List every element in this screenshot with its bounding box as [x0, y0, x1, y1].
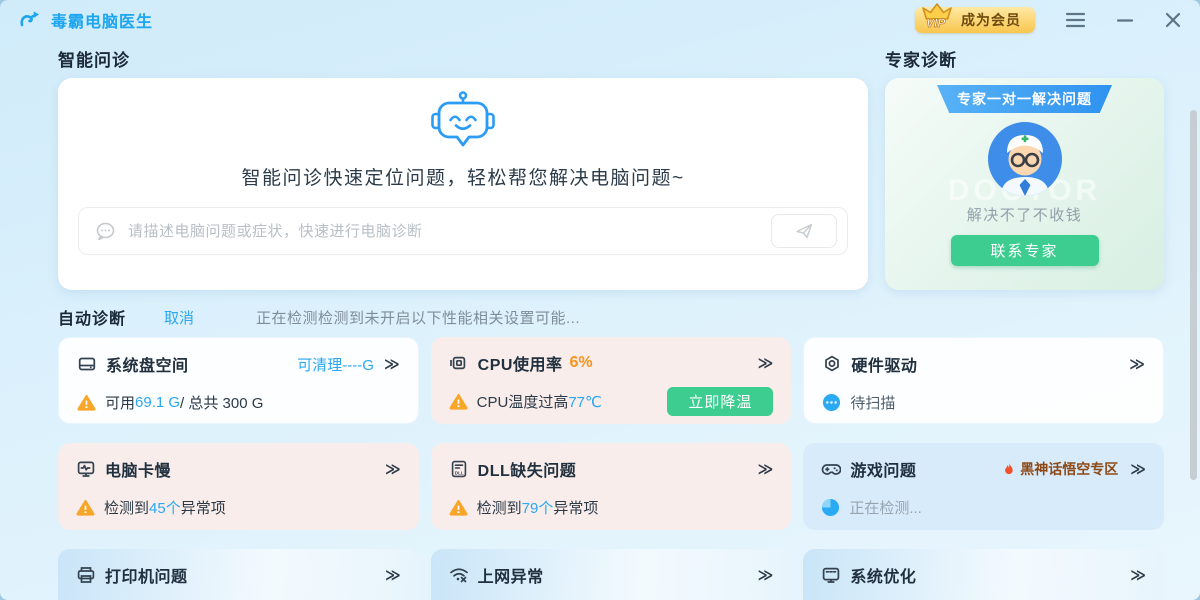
- chevron-icon[interactable]: ≫: [384, 355, 400, 373]
- warning-icon: [449, 392, 468, 411]
- game-zone-link[interactable]: 黑神话悟空专区: [1002, 459, 1118, 479]
- status-text: 正在检测...: [849, 497, 922, 518]
- card-printer-issues[interactable]: 打印机问题 ≫: [58, 549, 419, 600]
- expert-heading: 专家诊断: [885, 46, 957, 71]
- status-suffix: / 总共 300 G: [180, 392, 263, 413]
- contact-expert-button[interactable]: 联系专家: [951, 235, 1099, 266]
- app-window: 毒霸电脑医生 VIP 成为会员 智能问诊 专家诊断: [0, 0, 1200, 600]
- card-title: 上网异常: [478, 563, 544, 587]
- diagnostic-grid: 系统盘空间 可清理----G ≫ 可用 69.1 G / 总共 300 G: [58, 337, 1164, 600]
- expert-ribbon: 专家一对一解决问题: [937, 85, 1112, 113]
- wifi-error-icon: [449, 565, 469, 585]
- loading-icon: [821, 498, 840, 517]
- card-title: 系统盘空间: [106, 352, 189, 376]
- vip-member-button[interactable]: VIP 成为会员: [915, 7, 1035, 33]
- minimize-button[interactable]: [1116, 11, 1134, 29]
- chat-bubble-icon: [95, 221, 116, 242]
- chevron-icon[interactable]: ≫: [1130, 460, 1146, 478]
- auto-diag-bar: 自动诊断 取消 正在检测检测到未开启以下性能相关设置可能...: [58, 305, 580, 329]
- cancel-link[interactable]: 取消: [164, 307, 194, 328]
- chevron-icon[interactable]: ≫: [385, 460, 401, 478]
- status-prefix: 可用: [105, 392, 135, 413]
- expert-promise: 解决不了不收钱: [967, 204, 1083, 225]
- smart-consult-heading: 智能问诊: [58, 46, 130, 71]
- card-network-issues[interactable]: 上网异常 ≫: [431, 549, 792, 600]
- card-title: 硬件驱动: [851, 352, 917, 376]
- card-title: 游戏问题: [850, 457, 916, 481]
- card-title: 打印机问题: [105, 563, 188, 587]
- app-title: 毒霸电脑医生: [51, 8, 153, 32]
- smart-consult-card: 智能问诊快速定位问题，轻松帮您解决电脑问题~: [58, 78, 868, 290]
- printer-icon: [76, 565, 96, 585]
- card-title: 系统优化: [850, 563, 916, 587]
- status-value: 77℃: [568, 393, 602, 411]
- card-game-issues[interactable]: 游戏问题 黑神话悟空专区 ≫ 正在检测...: [803, 443, 1164, 530]
- doctor-avatar: [988, 122, 1062, 196]
- robot-icon: [430, 90, 496, 157]
- scrollbar-thumb[interactable]: [1190, 110, 1197, 480]
- chevron-icon[interactable]: ≫: [385, 566, 401, 584]
- vip-crown-icon: VIP: [917, 0, 957, 31]
- warning-icon: [76, 498, 95, 517]
- app-logo-icon: [18, 8, 42, 32]
- status-prefix: 检测到: [477, 497, 522, 518]
- cpu-icon: [449, 353, 469, 373]
- flame-icon: [1002, 462, 1016, 477]
- disk-icon: [77, 354, 97, 374]
- pending-icon: [822, 393, 841, 412]
- chevron-icon[interactable]: ≫: [758, 566, 774, 584]
- chevron-icon[interactable]: ≫: [1129, 355, 1145, 373]
- auto-diag-status: 正在检测检测到未开启以下性能相关设置可能...: [256, 307, 580, 328]
- dll-file-icon: DLL: [449, 459, 469, 479]
- card-title: DLL缺失问题: [478, 457, 577, 481]
- auto-diag-heading: 自动诊断: [58, 305, 126, 329]
- warning-icon: [77, 393, 96, 412]
- svg-text:VIP: VIP: [926, 16, 946, 30]
- cpu-usage-value: 6%: [569, 354, 592, 372]
- vip-member-label: 成为会员: [961, 10, 1021, 30]
- status-prefix: CPU温度过高: [477, 391, 569, 412]
- card-pc-slow[interactable]: 电脑卡慢 ≫ 检测到 45个 异常项: [58, 443, 419, 530]
- chevron-icon[interactable]: ≫: [758, 460, 774, 478]
- system-monitor-icon: [821, 565, 841, 585]
- paper-plane-icon: [794, 221, 814, 241]
- card-hardware-driver[interactable]: 硬件驱动 ≫ 待扫描: [803, 337, 1164, 424]
- status-suffix: 异常项: [181, 497, 226, 518]
- status-value: 79个: [522, 497, 554, 518]
- monitor-pulse-icon: [76, 459, 96, 479]
- gear-icon: [822, 354, 842, 374]
- close-button[interactable]: [1164, 11, 1182, 29]
- status-value: 45个: [149, 497, 181, 518]
- status-text: 待扫描: [850, 392, 895, 413]
- consult-input[interactable]: [126, 222, 771, 241]
- chevron-icon[interactable]: ≫: [758, 354, 774, 372]
- brand: 毒霸电脑医生: [18, 8, 153, 32]
- expert-card: 专家一对一解决问题 DOCTOR 解决不了不收钱 联系: [885, 78, 1164, 290]
- menu-icon[interactable]: [1065, 11, 1086, 29]
- title-bar: 毒霸电脑医生 VIP 成为会员: [0, 0, 1200, 40]
- card-title: 电脑卡慢: [105, 457, 171, 481]
- card-disk-space[interactable]: 系统盘空间 可清理----G ≫ 可用 69.1 G / 总共 300 G: [58, 337, 419, 424]
- consult-input-box: [78, 207, 848, 255]
- status-prefix: 检测到: [104, 497, 149, 518]
- gamepad-icon: [821, 459, 841, 479]
- card-system-optimize[interactable]: 系统优化 ≫: [803, 549, 1164, 600]
- consult-tagline: 智能问诊快速定位问题，轻松帮您解决电脑问题~: [241, 163, 684, 190]
- cool-down-button[interactable]: 立即降温: [667, 387, 773, 416]
- card-cpu-usage[interactable]: CPU使用率 6% ≫ CPU温度过高 77℃ 立即降温: [431, 337, 792, 424]
- card-dll-missing[interactable]: DLL DLL缺失问题 ≫ 检测到 79个 异常项: [431, 443, 792, 530]
- status-value: 69.1 G: [135, 394, 180, 411]
- svg-text:DLL: DLL: [454, 470, 463, 475]
- send-button[interactable]: [771, 214, 837, 248]
- card-title: CPU使用率: [478, 351, 563, 375]
- chevron-icon[interactable]: ≫: [1130, 566, 1146, 584]
- status-suffix: 异常项: [553, 497, 598, 518]
- game-zone-label: 黑神话悟空专区: [1020, 459, 1118, 479]
- clean-link[interactable]: 可清理----G: [297, 354, 374, 375]
- warning-icon: [449, 498, 468, 517]
